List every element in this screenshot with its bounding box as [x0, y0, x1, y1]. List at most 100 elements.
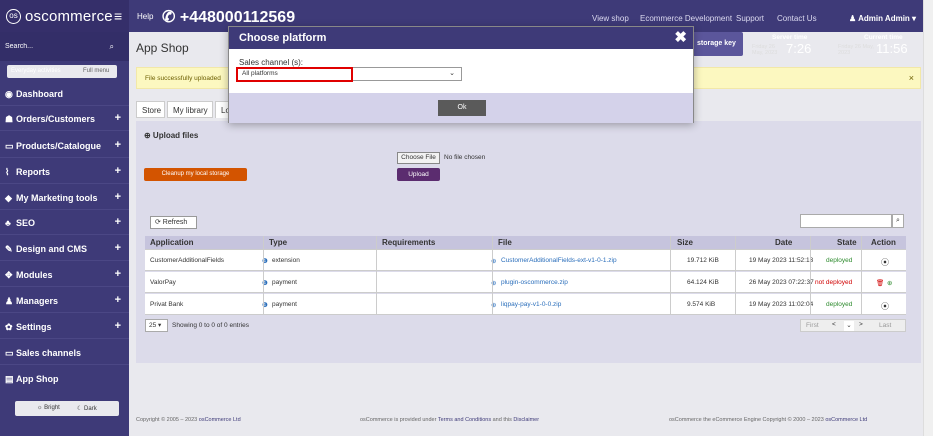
toggle-everyday[interactable]: Everyday activities: [11, 68, 61, 74]
expand-icon[interactable]: +: [115, 320, 121, 332]
expand-icon[interactable]: +: [115, 294, 121, 306]
support-link[interactable]: Support: [736, 14, 764, 23]
sales-channel-label: Sales channel (s):: [239, 58, 304, 67]
sidebar-item-sales-channels[interactable]: ▭ Sales channels: [0, 340, 129, 365]
expand-icon[interactable]: +: [115, 165, 121, 177]
brush-icon: ✎: [5, 244, 13, 254]
sitemap-icon: ♣: [5, 218, 11, 228]
cell-application: Privat Bank: [150, 301, 184, 308]
column-divider: [670, 236, 671, 315]
menu-mode-toggle[interactable]: Everyday activities Full menu: [7, 65, 117, 78]
cell-date: 26 May 2023 07:22:37: [749, 279, 814, 286]
col-date[interactable]: Date: [775, 238, 792, 247]
logo[interactable]: os oscommerce: [0, 0, 129, 32]
expand-icon[interactable]: +: [115, 242, 121, 254]
sidebar-item-reports[interactable]: ⌇ Reports +: [0, 159, 129, 184]
footer-engine-link[interactable]: osCommerce Ltd: [825, 417, 867, 423]
sidebar-item-products-catalogue[interactable]: ▭ Products/Catalogue +: [0, 133, 129, 158]
logo-text: oscommerce: [25, 8, 113, 25]
page-scrollbar[interactable]: [923, 0, 933, 436]
close-icon[interactable]: ✖: [674, 28, 687, 46]
choose-file-button[interactable]: Choose File: [397, 152, 440, 164]
cell-size: 9.574 KiB: [687, 301, 716, 308]
storage-key-button[interactable]: storage key: [692, 32, 743, 56]
expand-icon[interactable]: +: [115, 191, 121, 203]
contact-us-link[interactable]: Contact Us: [777, 14, 817, 23]
cell-state: not deployed: [815, 279, 853, 286]
terms-link[interactable]: Terms and Conditions: [438, 417, 491, 423]
alert-close-icon[interactable]: ×: [909, 73, 914, 83]
col-application[interactable]: Application: [150, 238, 194, 247]
sidebar-item-dashboard[interactable]: ◉ Dashboard: [0, 81, 129, 106]
admin-menu[interactable]: ♟ Admin Admin ▾: [849, 14, 916, 23]
sidebar-item-label: Modules: [16, 270, 53, 280]
view-shop-link[interactable]: View shop: [592, 14, 629, 23]
expand-icon[interactable]: +: [115, 216, 121, 228]
search-icon[interactable]: ⌕: [110, 42, 114, 52]
modal-title: Choose platform: [239, 32, 327, 44]
page-size-select[interactable]: 25 ▾: [145, 319, 168, 332]
prev-page-link[interactable]: <: [832, 321, 836, 328]
sidebar-item-modules[interactable]: ✥ Modules +: [0, 262, 129, 287]
footer-oscommerce-link[interactable]: osCommerce Ltd: [199, 417, 241, 423]
phone-icon: ✆: [162, 9, 180, 26]
expand-icon[interactable]: +: [115, 112, 121, 124]
col-size[interactable]: Size: [677, 238, 693, 247]
theme-dark[interactable]: ☾ Dark: [77, 405, 97, 412]
action-icon[interactable]: ⦿: [881, 301, 889, 312]
trash-icon[interactable]: 🗑: [876, 279, 884, 287]
expand-icon[interactable]: +: [115, 139, 121, 151]
cell-size: 64.124 KiB: [687, 279, 719, 286]
sidebar-item-label: Orders/Customers: [16, 114, 96, 124]
sidebar-item-design-and-cms[interactable]: ✎ Design and CMS +: [0, 236, 129, 261]
action-icon[interactable]: ⦿: [881, 257, 889, 268]
last-page-link[interactable]: Last: [879, 322, 891, 329]
cleanup-storage-button[interactable]: Cleanup my local storage: [144, 168, 247, 181]
theme-bright[interactable]: ☼ Bright: [37, 405, 60, 411]
search-icon[interactable]: ⌕: [892, 214, 904, 228]
sidebar-item-seo[interactable]: ♣ SEO +: [0, 210, 129, 235]
tab-store[interactable]: Store: [136, 101, 165, 118]
cell-file-link[interactable]: CustomerAdditionalFields-ext-v1-0-1.zip: [501, 257, 617, 264]
toggle-full-menu[interactable]: Full menu: [83, 68, 109, 74]
sidebar-item-managers[interactable]: ♟ Managers +: [0, 288, 129, 313]
refresh-button[interactable]: ⟳ Refresh: [150, 216, 197, 229]
col-file[interactable]: File: [498, 238, 512, 247]
tab-my-library[interactable]: My library: [167, 101, 213, 118]
col-requirements[interactable]: Requirements: [382, 238, 435, 247]
sidebar-item-my-marketing-tools[interactable]: ◆ My Marketing tools +: [0, 185, 129, 210]
no-file-label: No file chosen: [444, 154, 486, 161]
first-page-link[interactable]: First: [806, 322, 819, 329]
sidebar-item-orders-customers[interactable]: ☗ Orders/Customers +: [0, 106, 129, 131]
cell-date: 19 May 2023 11:02:04: [749, 301, 814, 308]
disclaimer-link[interactable]: Disclaimer: [513, 417, 539, 423]
help-link[interactable]: Help: [137, 12, 153, 21]
sidebar-item-label: Products/Catalogue: [16, 141, 102, 151]
expand-icon[interactable]: +: [115, 268, 121, 280]
sidebar-item-app-shop[interactable]: ▤ App Shop: [0, 366, 129, 391]
cell-type: payment: [272, 301, 297, 308]
sidebar-item-settings[interactable]: ✿ Settings +: [0, 314, 129, 339]
col-state[interactable]: State: [837, 238, 857, 247]
showing-entries: Showing 0 to 0 of 0 entries: [172, 322, 249, 329]
next-page-link[interactable]: >: [859, 321, 863, 328]
theme-switch[interactable]: ☼ Bright ☾ Dark: [15, 401, 119, 416]
column-divider: [263, 236, 264, 315]
search-input[interactable]: [5, 39, 123, 54]
page-title: App Shop: [136, 41, 189, 55]
chevron-down-icon: ⌄: [449, 70, 455, 77]
cell-file-link[interactable]: plugin-oscommerce.zip: [501, 279, 568, 286]
table-header: Application Type Requirements File Size …: [145, 236, 906, 250]
sidebar-item-label: Reports: [16, 167, 51, 177]
menu-toggle-icon[interactable]: ≡: [114, 8, 122, 24]
sidebar-item-label: Sales channels: [16, 348, 82, 358]
deploy-icon[interactable]: ⊕: [887, 279, 892, 287]
ok-button[interactable]: Ok: [438, 100, 486, 116]
page-select[interactable]: ⌄: [844, 321, 854, 331]
monitor-icon: ▭: [5, 348, 14, 358]
cell-file-link[interactable]: liqpay-pay-v1-0-0.zip: [501, 301, 561, 308]
table-search-input[interactable]: [800, 214, 892, 228]
ecommerce-development-link[interactable]: Ecommerce Development: [640, 14, 732, 23]
col-type[interactable]: Type: [269, 238, 287, 247]
upload-button[interactable]: Upload: [397, 168, 440, 181]
